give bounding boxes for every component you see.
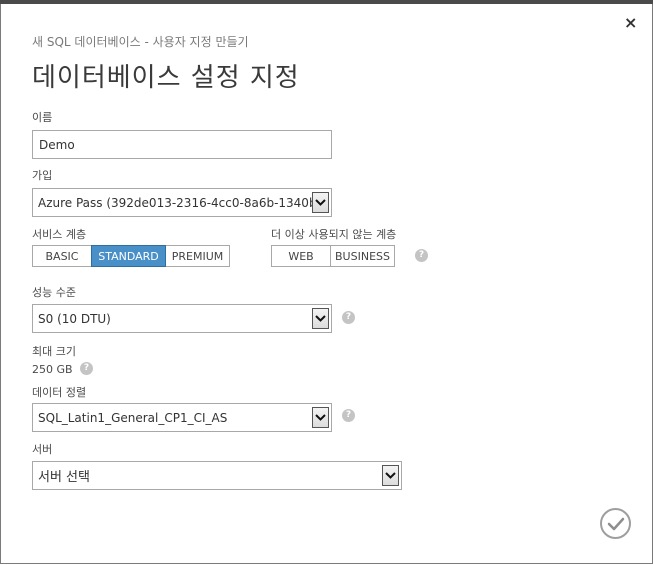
page-title: 데이터베이스 설정 지정 [32, 63, 300, 93]
tier-option-business[interactable]: BUSINESS [330, 245, 395, 267]
help-icon[interactable]: ? [342, 311, 355, 324]
retired-tier-selector: WEB BUSINESS [271, 245, 395, 267]
max-size-label: 최대 크기 [32, 345, 76, 358]
service-tier-label: 서비스 계층 [32, 228, 87, 241]
performance-select[interactable]: S0 (10 DTU) [32, 304, 332, 333]
server-label: 서버 [32, 443, 53, 456]
dialog-subtitle: 새 SQL 데이터베이스 - 사용자 지정 만들기 [32, 35, 249, 49]
chevron-down-icon [382, 465, 399, 486]
help-icon[interactable]: ? [342, 409, 355, 422]
confirm-button[interactable] [600, 508, 631, 539]
help-icon[interactable]: ? [80, 362, 93, 375]
checkmark-icon [607, 517, 624, 530]
collation-selected-value: SQL_Latin1_General_CP1_CI_AS [38, 410, 228, 425]
name-label: 이름 [32, 111, 53, 124]
chevron-down-icon [312, 192, 329, 213]
collation-select[interactable]: SQL_Latin1_General_CP1_CI_AS [32, 403, 332, 432]
subscription-selected-value: Azure Pass (392de013-2316-4cc0-8a6b-1340… [38, 195, 312, 210]
subscription-label: 가입 [32, 169, 53, 182]
subscription-select[interactable]: Azure Pass (392de013-2316-4cc0-8a6b-1340… [32, 188, 332, 217]
performance-label: 성능 수준 [32, 286, 76, 299]
chevron-down-icon [312, 407, 329, 428]
collation-label: 데이터 정렬 [32, 386, 87, 399]
chevron-down-icon [312, 308, 329, 329]
tier-option-basic[interactable]: BASIC [32, 245, 92, 267]
service-tier-selector: BASIC STANDARD PREMIUM [32, 245, 230, 267]
retired-tier-label: 더 이상 사용되지 않는 계층 [271, 228, 397, 241]
performance-selected-value: S0 (10 DTU) [38, 311, 111, 326]
tier-option-standard[interactable]: STANDARD [91, 245, 166, 267]
tier-option-premium[interactable]: PREMIUM [165, 245, 230, 267]
close-icon[interactable]: × [624, 14, 637, 32]
tier-option-web[interactable]: WEB [271, 245, 331, 267]
server-select[interactable]: 서버 선택 [32, 461, 402, 490]
server-selected-value: 서버 선택 [38, 470, 90, 485]
help-icon[interactable]: ? [415, 249, 428, 262]
name-input[interactable] [32, 130, 332, 159]
max-size-value: 250 GB [32, 363, 73, 376]
